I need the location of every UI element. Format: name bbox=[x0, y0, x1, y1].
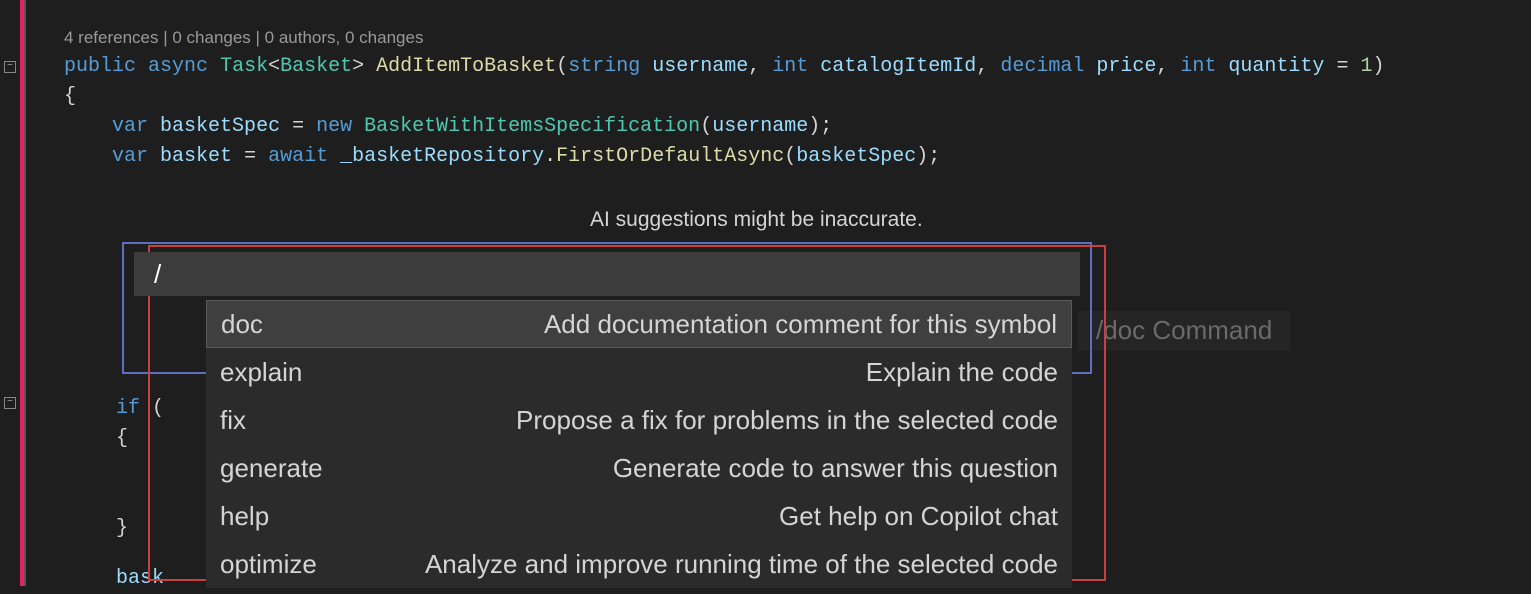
ai-suggestion-command: help bbox=[220, 501, 269, 532]
ai-suggestion-item-doc[interactable]: doc Add documentation comment for this s… bbox=[206, 300, 1072, 348]
ai-suggestion-list: doc Add documentation comment for this s… bbox=[206, 300, 1072, 588]
ai-suggestion-description: Explain the code bbox=[866, 357, 1058, 388]
code-line[interactable]: public async Task<Basket> AddItemToBaske… bbox=[64, 52, 1531, 82]
ai-suggestion-item-generate[interactable]: generate Generate code to answer this qu… bbox=[206, 444, 1072, 492]
ai-disclaimer-text: AI suggestions might be inaccurate. bbox=[590, 208, 923, 232]
ai-suggestion-description: Propose a fix for problems in the select… bbox=[516, 405, 1058, 436]
ai-suggestion-description: Add documentation comment for this symbo… bbox=[544, 309, 1057, 340]
ai-suggestion-item-optimize[interactable]: optimize Analyze and improve running tim… bbox=[206, 540, 1072, 588]
command-tooltip: /doc Command bbox=[1078, 311, 1290, 350]
ai-suggestion-item-help[interactable]: help Get help on Copilot chat bbox=[206, 492, 1072, 540]
ai-suggestion-description: Generate code to answer this question bbox=[613, 453, 1058, 484]
code-line-partial: if ( { } bbox=[116, 394, 164, 544]
code-line[interactable]: { bbox=[64, 82, 1531, 112]
ai-suggestion-item-explain[interactable]: explain Explain the code bbox=[206, 348, 1072, 396]
code-editor[interactable]: − − 4 references | 0 changes | 0 authors… bbox=[0, 0, 1531, 172]
collapse-icon[interactable]: − bbox=[4, 397, 16, 409]
collapse-icon[interactable]: − bbox=[4, 61, 16, 73]
ai-suggestion-command: fix bbox=[220, 405, 246, 436]
code-line[interactable]: var basket = await _basketRepository.Fir… bbox=[64, 142, 1531, 172]
ai-suggestion-command: doc bbox=[221, 309, 263, 340]
code-line-partial: bask bbox=[116, 564, 164, 594]
code-line[interactable]: var basketSpec = new BasketWithItemsSpec… bbox=[64, 112, 1531, 142]
ai-suggestion-command: explain bbox=[220, 357, 302, 388]
ai-suggestion-description: Analyze and improve running time of the … bbox=[425, 549, 1058, 580]
ai-suggestion-description: Get help on Copilot chat bbox=[779, 501, 1058, 532]
ai-suggestion-item-fix[interactable]: fix Propose a fix for problems in the se… bbox=[206, 396, 1072, 444]
codelens-info[interactable]: 4 references | 0 changes | 0 authors, 0 … bbox=[64, 28, 1531, 48]
ai-suggestion-command: generate bbox=[220, 453, 323, 484]
ai-command-input[interactable] bbox=[134, 252, 1080, 296]
ai-suggestion-command: optimize bbox=[220, 549, 317, 580]
